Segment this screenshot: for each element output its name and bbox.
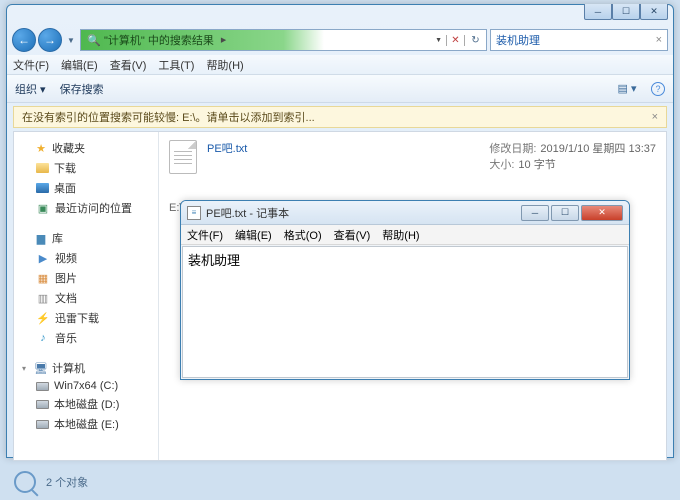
magnifier-icon (14, 471, 36, 493)
notepad-menu-view[interactable]: 查看(V) (334, 227, 371, 243)
toolbar: 组织 ▾ 保存搜索 ▤ ▾ ? (7, 75, 673, 103)
document-icon: ▥ (36, 291, 50, 305)
video-icon: ▶ (36, 251, 50, 265)
menu-tools[interactable]: 工具(T) (158, 57, 194, 73)
result-metadata: 修改日期:2019/1/10 星期四 13:37 大小:10 字节 (489, 140, 656, 172)
menu-edit[interactable]: 编辑(E) (61, 57, 98, 73)
sidebar-item-drive-d[interactable]: 本地磁盘 (D:) (18, 394, 154, 414)
sidebar-item-recent[interactable]: ▣最近访问的位置 (18, 198, 154, 218)
notepad-titlebar[interactable]: ≡ PE吧.txt - 记事本 ─ ☐ ✕ (181, 201, 629, 225)
address-bar[interactable]: 🔍 "计算机" 中的搜索结果 ▶ ▼ ✕ ↻ (80, 29, 487, 51)
notepad-menu-help[interactable]: 帮助(H) (382, 227, 419, 243)
recent-icon: ▣ (36, 201, 50, 215)
sidebar-libraries-header[interactable]: ▆库 (18, 228, 154, 248)
forward-button[interactable]: → (38, 28, 62, 52)
menubar: 文件(F) 编辑(E) 查看(V) 工具(T) 帮助(H) (7, 55, 673, 75)
history-dropdown[interactable]: ▼ (65, 36, 77, 45)
notepad-text-area[interactable]: 装机助理 (182, 246, 628, 378)
notepad-window: ≡ PE吧.txt - 记事本 ─ ☐ ✕ 文件(F) 编辑(E) 格式(O) … (180, 200, 630, 380)
sidebar-item-music[interactable]: ♪音乐 (18, 328, 154, 348)
sidebar-favorites-header[interactable]: ★收藏夹 (18, 138, 154, 158)
refresh-button[interactable]: ↻ (464, 35, 486, 46)
stop-button[interactable]: ✕ (446, 35, 464, 46)
search-icon: 🔍 (87, 33, 101, 47)
indexing-info-bar[interactable]: 在没有索引的位置搜索可能较慢: E:\。请单击以添加到索引... × (13, 106, 667, 128)
drive-icon (36, 400, 49, 409)
address-text: "计算机" 中的搜索结果 (104, 32, 214, 48)
menu-help[interactable]: 帮助(H) (206, 57, 243, 73)
minimize-button[interactable]: ─ (584, 4, 612, 20)
notepad-menu-format[interactable]: 格式(O) (284, 227, 322, 243)
notepad-menubar: 文件(F) 编辑(E) 格式(O) 查看(V) 帮助(H) (181, 225, 629, 245)
folder-icon (36, 163, 49, 173)
computer-icon: 🖥 (34, 361, 48, 375)
sidebar-item-documents[interactable]: ▥文档 (18, 288, 154, 308)
notepad-icon: ≡ (187, 206, 201, 220)
sidebar-item-videos[interactable]: ▶视频 (18, 248, 154, 268)
sidebar-computer-header[interactable]: ▾🖥计算机 (18, 358, 154, 378)
help-icon[interactable]: ? (651, 82, 665, 96)
indexing-info-text: 在没有索引的位置搜索可能较慢: E:\。请单击以添加到索引... (22, 109, 315, 125)
notepad-minimize-button[interactable]: ─ (521, 205, 549, 221)
sidebar-item-drive-e[interactable]: 本地磁盘 (E:) (18, 414, 154, 434)
music-icon: ♪ (36, 331, 50, 345)
sidebar-item-downloads[interactable]: 下载 (18, 158, 154, 178)
search-value: 装机助理 (496, 32, 540, 48)
menu-view[interactable]: 查看(V) (110, 57, 147, 73)
navigation-pane: ★收藏夹 下载 桌面 ▣最近访问的位置 ▆库 ▶视频 ▦图片 ▥文档 ⚡迅雷下载… (14, 132, 159, 460)
desktop-icon (36, 183, 49, 193)
picture-icon: ▦ (36, 271, 50, 285)
sidebar-item-desktop[interactable]: 桌面 (18, 178, 154, 198)
star-icon: ★ (34, 141, 48, 155)
notepad-close-button[interactable]: ✕ (581, 205, 623, 221)
save-search-button[interactable]: 保存搜索 (60, 81, 104, 97)
address-chevron-icon[interactable]: ▶ (217, 36, 230, 44)
drive-icon (36, 382, 49, 391)
close-button[interactable]: ✕ (640, 4, 668, 20)
info-close-button[interactable]: × (652, 111, 658, 123)
sidebar-item-pictures[interactable]: ▦图片 (18, 268, 154, 288)
view-options-button[interactable]: ▤ ▾ (617, 80, 637, 98)
organize-button[interactable]: 组织 ▾ (15, 81, 46, 97)
menu-file[interactable]: 文件(F) (13, 57, 49, 73)
nav-bar: ← → ▼ 🔍 "计算机" 中的搜索结果 ▶ ▼ ✕ ↻ 装机助理 × (7, 25, 673, 55)
notepad-title: PE吧.txt - 记事本 (206, 205, 289, 221)
notepad-menu-edit[interactable]: 编辑(E) (235, 227, 272, 243)
notepad-maximize-button[interactable]: ☐ (551, 205, 579, 221)
status-text: 2 个对象 (46, 474, 88, 490)
drive-icon (36, 420, 49, 429)
back-button[interactable]: ← (12, 28, 36, 52)
search-input[interactable]: 装机助理 × (490, 29, 668, 51)
thunder-icon: ⚡ (36, 311, 50, 325)
sidebar-item-drive-c[interactable]: Win7x64 (C:) (18, 378, 154, 394)
notepad-menu-file[interactable]: 文件(F) (187, 227, 223, 243)
sidebar-item-thunder[interactable]: ⚡迅雷下载 (18, 308, 154, 328)
search-result-item[interactable]: PE吧.txt 修改日期:2019/1/10 星期四 13:37 大小:10 字… (169, 140, 656, 174)
text-file-icon (169, 140, 197, 174)
library-icon: ▆ (34, 231, 48, 245)
status-bar: 2 个对象 (6, 466, 674, 498)
address-dropdown[interactable]: ▼ (431, 37, 446, 44)
clear-search-button[interactable]: × (656, 34, 662, 46)
maximize-button[interactable]: ☐ (612, 4, 640, 20)
explorer-titlebar[interactable]: ─ ☐ ✕ (7, 5, 673, 25)
